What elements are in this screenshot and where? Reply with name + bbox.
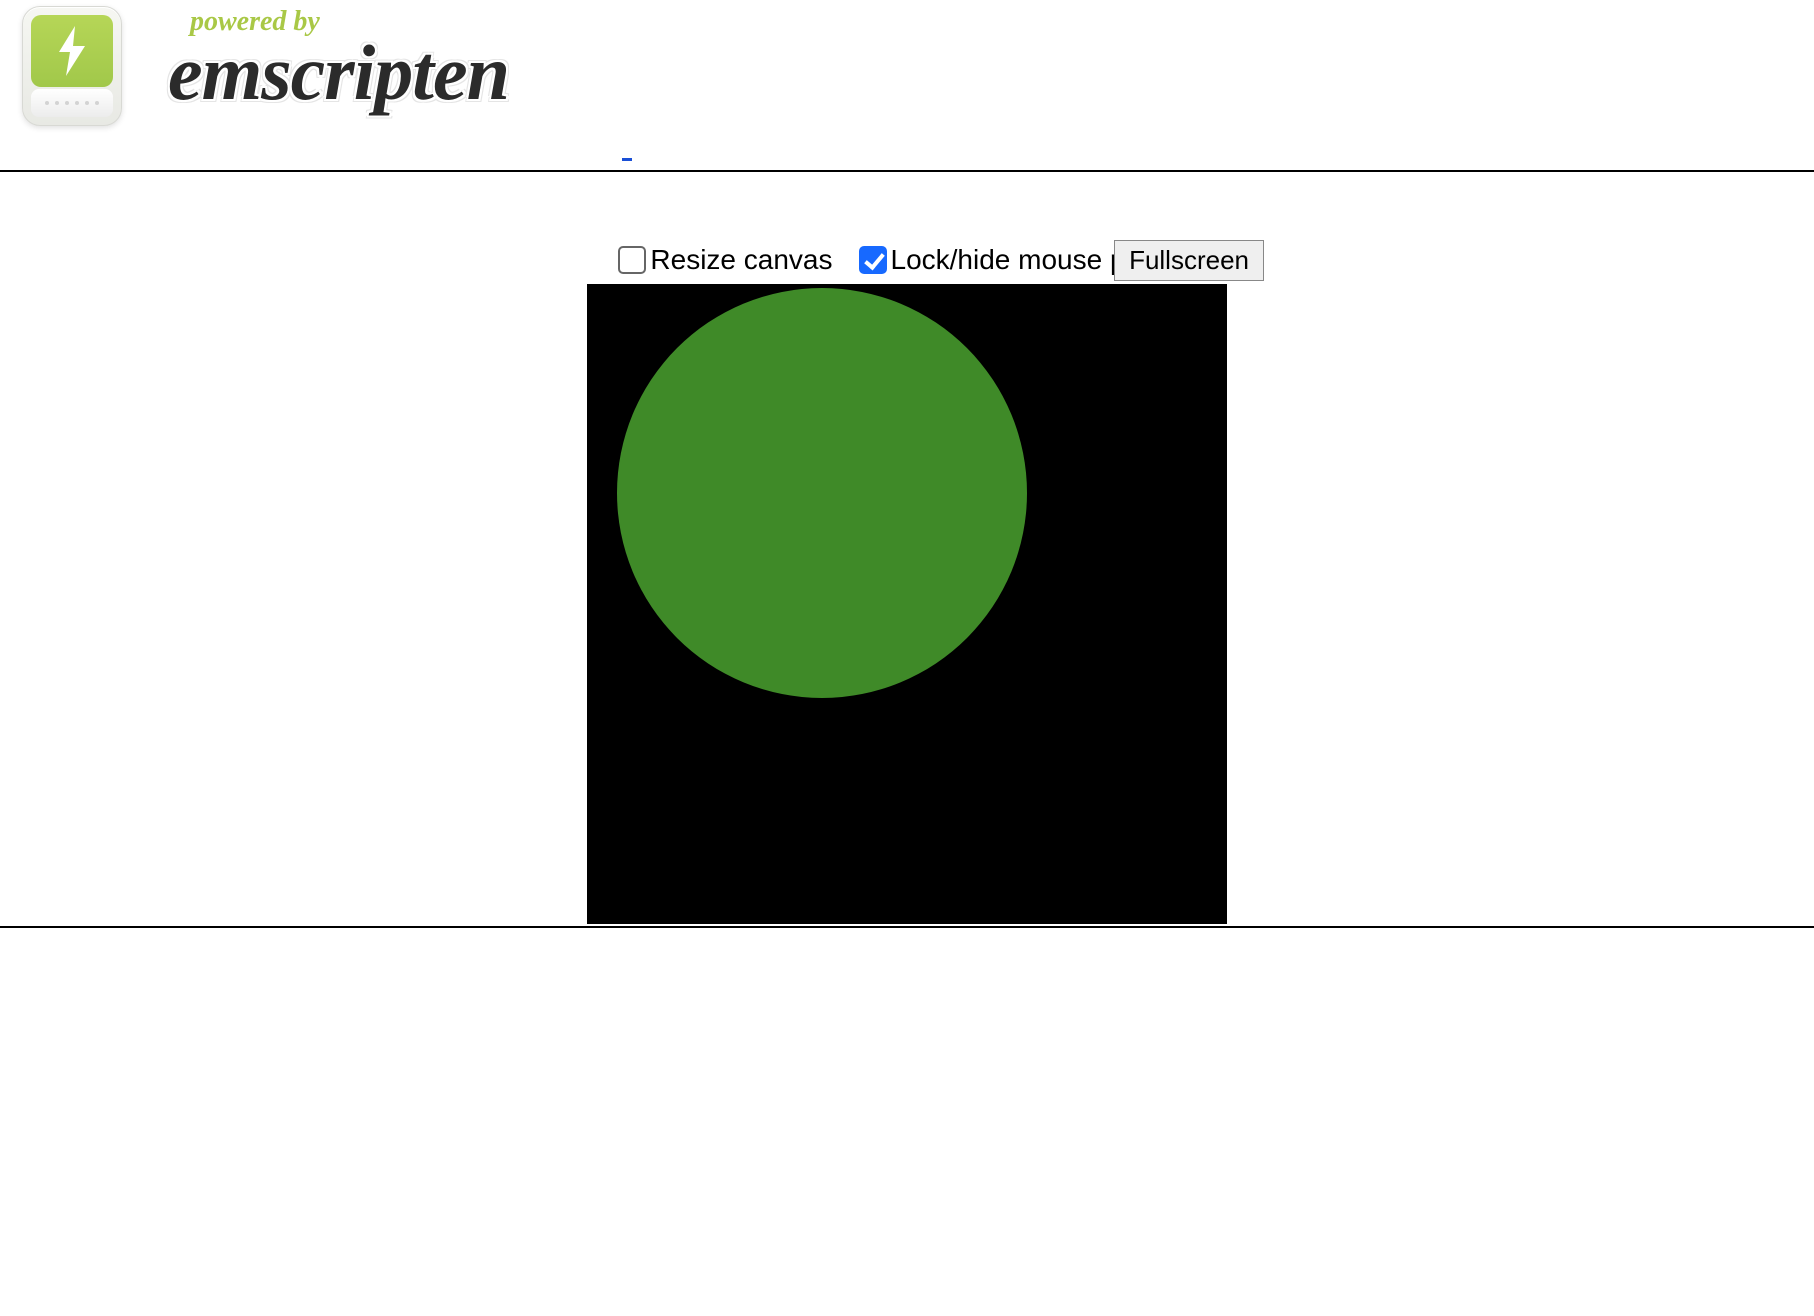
header-rule [0, 170, 1814, 172]
bottom-rule [0, 926, 1814, 928]
bolt-icon [55, 26, 89, 76]
header: powered by emscripten [0, 0, 1814, 170]
lock-pointer-checkbox[interactable] [859, 246, 887, 274]
logo-top [31, 15, 113, 87]
logo-bottom [31, 89, 113, 117]
render-canvas[interactable] [587, 284, 1227, 924]
green-circle [617, 288, 1027, 698]
controls-inner: Resize canvas Lock/hide mouse pointer [0, 244, 1814, 276]
brand-text: emscripten [168, 28, 509, 118]
controls-row: Resize canvas Lock/hide mouse pointer Fu… [0, 244, 1814, 288]
emscripten-logo [22, 6, 122, 126]
resize-canvas-checkbox[interactable] [618, 246, 646, 274]
resize-canvas-text: Resize canvas [650, 244, 832, 276]
resize-canvas-label[interactable]: Resize canvas [618, 244, 832, 276]
logo-tile [22, 6, 122, 126]
link-indicator[interactable] [622, 158, 632, 161]
page: { "header": { "powered_by": "powered by"… [0, 0, 1814, 1316]
wordmark: powered by emscripten [168, 6, 509, 118]
fullscreen-button[interactable]: Fullscreen [1114, 240, 1264, 281]
